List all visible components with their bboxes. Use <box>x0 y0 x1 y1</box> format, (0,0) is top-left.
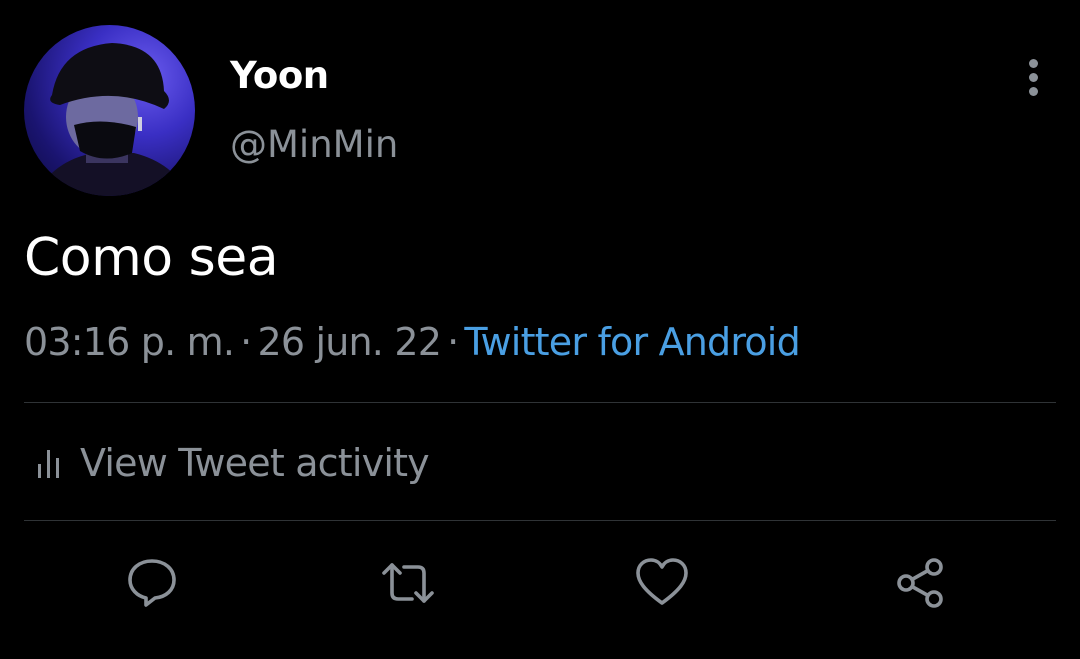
tweet-detail: Yoon @MinMin Como sea 03:16 p. m. · 26 jun… <box>0 0 1080 659</box>
share-icon[interactable] <box>893 555 949 611</box>
tweet-meta: 03:16 p. m. · 26 jun. 22 · Twitter for Andro… <box>24 320 801 364</box>
author-display-name[interactable]: Yoon <box>230 54 329 97</box>
more-options-icon[interactable] <box>1014 55 1054 99</box>
divider <box>24 520 1056 521</box>
tweet-date: 26 jun. 22 <box>257 320 442 364</box>
tweet-source-link[interactable]: Twitter for Android <box>464 320 800 364</box>
like-icon[interactable] <box>634 555 690 611</box>
analytics-icon <box>38 450 59 478</box>
avatar-photo <box>34 43 189 196</box>
author-handle[interactable]: @MinMin <box>230 123 398 166</box>
view-tweet-activity-button[interactable]: View Tweet activity <box>36 440 430 486</box>
retweet-icon[interactable] <box>380 555 436 611</box>
tweet-text: Como sea <box>24 228 279 288</box>
view-tweet-activity-label: View Tweet activity <box>80 441 430 485</box>
reply-icon[interactable] <box>124 555 180 611</box>
meta-separator: · <box>447 320 459 364</box>
avatar[interactable] <box>24 25 195 196</box>
tweet-time: 03:16 p. m. <box>24 320 235 364</box>
meta-separator: · <box>240 320 252 364</box>
divider <box>24 402 1056 403</box>
